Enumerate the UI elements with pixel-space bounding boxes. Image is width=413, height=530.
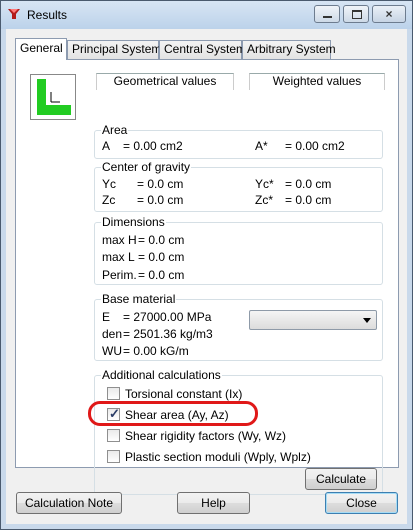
area-aw-value: = 0.00 cm2 [285, 139, 345, 153]
red-highlight-annotation [88, 401, 258, 426]
title-bar[interactable]: Results × [1, 1, 412, 29]
plastic-moduli-label[interactable]: Plastic section moduli (Wply, Wplz) [125, 450, 311, 464]
den-value: = 2501.36 kg/m3 [123, 327, 213, 341]
base-material-group: Base material E = 27000.00 MPa den = 250… [94, 292, 383, 361]
max-l-label: max L [102, 250, 135, 264]
area-group: Area A = 0.00 cm2 A* = 0.00 cm2 [94, 123, 383, 159]
l-profile-icon [30, 74, 76, 120]
perim-value: = 0.0 cm [138, 268, 185, 282]
cog-group-title: Center of gravity [101, 160, 192, 174]
yc-label: Yc [102, 177, 117, 191]
area-a-label: A [102, 139, 111, 153]
close-icon: × [385, 7, 393, 21]
general-tab-panel: Geometrical values Weighted values Area … [15, 59, 399, 495]
yc-value: = 0.0 cm [137, 177, 184, 191]
e-label: E [102, 310, 111, 324]
close-button[interactable]: Close [325, 492, 398, 514]
area-a-value: = 0.00 cm2 [123, 139, 183, 153]
shear-rigidity-label[interactable]: Shear rigidity factors (Wy, Wz) [125, 429, 286, 443]
close-window-button[interactable]: × [372, 5, 406, 23]
minimize-button[interactable] [314, 5, 340, 23]
ycw-label: Yc* [255, 177, 274, 191]
shear-rigidity-checkbox[interactable] [107, 429, 120, 442]
dimensions-group: Dimensions max H = 0.0 cm max L = 0.0 cm… [94, 215, 383, 285]
area-aw-label: A* [255, 139, 268, 153]
results-window: Results × General Principal System Centr… [0, 0, 413, 530]
e-value: = 27000.00 MPa [123, 310, 212, 324]
weighted-values-header: Weighted values [249, 73, 385, 90]
max-h-value: = 0.0 cm [138, 233, 185, 247]
ycw-value: = 0.0 cm [285, 177, 332, 191]
torsional-constant-checkbox[interactable] [107, 387, 120, 400]
additional-group-title: Additional calculations [101, 368, 222, 382]
calculation-note-button[interactable]: Calculation Note [16, 492, 122, 514]
material-group-title: Base material [101, 292, 177, 306]
zc-label: Zc [102, 193, 116, 207]
maximize-button[interactable] [343, 5, 369, 23]
max-h-label: max H [102, 233, 137, 247]
zc-value: = 0.0 cm [137, 193, 184, 207]
perim-label: Perim. [102, 268, 137, 282]
torsional-constant-label[interactable]: Torsional constant (Ix) [125, 387, 242, 401]
wu-label: WU [102, 344, 122, 358]
tab-central-system[interactable]: Central System [159, 40, 246, 59]
chevron-down-icon [363, 318, 371, 323]
additional-calculations-group: Additional calculations Torsional consta… [94, 368, 383, 495]
tab-principal-system[interactable]: Principal System [67, 40, 161, 59]
app-icon [8, 9, 20, 19]
geometrical-values-header: Geometrical values [96, 73, 234, 90]
calculate-button[interactable]: Calculate [305, 468, 377, 490]
den-label: den [102, 327, 123, 341]
wu-value: = 0.00 kG/m [123, 344, 189, 358]
tab-general[interactable]: General [15, 38, 67, 60]
material-select[interactable] [249, 310, 377, 330]
max-l-value: = 0.0 cm [138, 250, 185, 264]
help-button[interactable]: Help [177, 492, 250, 514]
dialog-client: General Principal System Central System … [6, 29, 407, 524]
plastic-moduli-checkbox[interactable] [107, 450, 120, 463]
center-of-gravity-group: Center of gravity Yc = 0.0 cm Yc* = 0.0 … [94, 160, 383, 212]
dimensions-group-title: Dimensions [101, 215, 166, 229]
tab-arbitrary-system[interactable]: Arbitrary System [242, 40, 336, 59]
zcw-value: = 0.0 cm [285, 193, 332, 207]
zcw-label: Zc* [255, 193, 273, 207]
window-title: Results [27, 8, 68, 22]
area-group-title: Area [101, 123, 129, 137]
